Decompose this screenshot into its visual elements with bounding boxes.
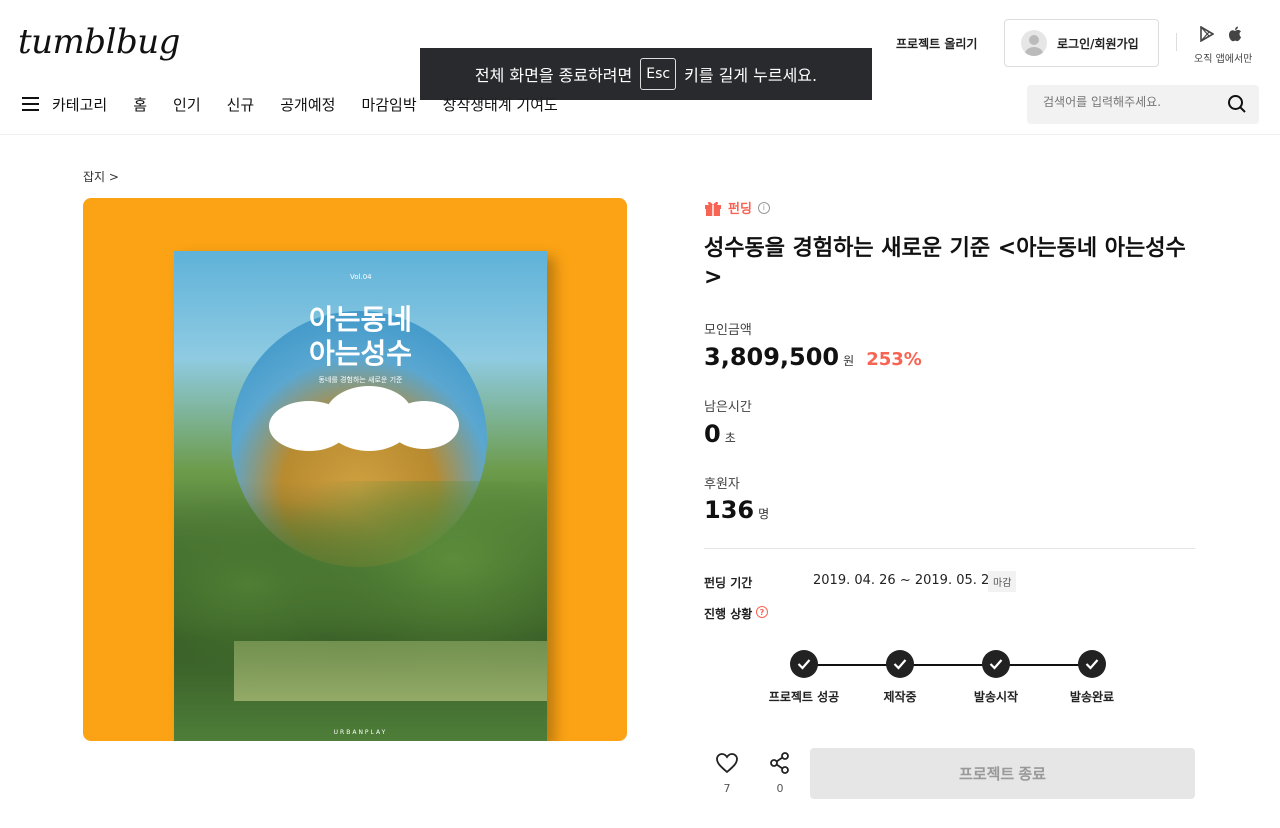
- app-icons[interactable]: [1200, 26, 1242, 42]
- time-unit: 초: [724, 431, 736, 445]
- step-label: 발송시작: [973, 690, 1019, 704]
- time-remaining: 0: [704, 420, 721, 448]
- step-check-icon: [790, 650, 818, 678]
- time-value: 0 초: [704, 420, 736, 448]
- login-button[interactable]: 로그인/회원가입: [1004, 19, 1159, 67]
- progress-line: [804, 664, 1093, 666]
- nav-category[interactable]: 카테고리: [52, 94, 107, 115]
- backers-value: 136 명: [704, 496, 769, 524]
- book-title-line: 아는동네: [308, 303, 413, 336]
- info-icon[interactable]: i: [757, 201, 770, 214]
- nav-home[interactable]: 홈: [133, 94, 147, 115]
- search-input[interactable]: [1043, 95, 1223, 109]
- toast-suffix: 키를 길게 누르세요.: [684, 66, 818, 85]
- help-icon[interactable]: ?: [756, 606, 768, 618]
- apple-icon[interactable]: [1228, 26, 1242, 42]
- toast-prefix: 전체 화면을 종료하려면: [474, 66, 633, 85]
- nav-closing-soon[interactable]: 마감임박: [361, 94, 416, 115]
- share-button[interactable]: 0: [767, 752, 793, 795]
- divider: [1176, 33, 1177, 51]
- play-store-icon[interactable]: [1200, 26, 1214, 42]
- cloud: [389, 401, 459, 449]
- book-subtitle: 동네를 경험하는 새로운 기준: [318, 376, 403, 384]
- step-label: 제작중: [883, 690, 917, 704]
- funding-label: 펀딩: [728, 202, 752, 217]
- logo[interactable]: tumblbug: [18, 22, 180, 62]
- nav-upcoming[interactable]: 공개예정: [280, 94, 335, 115]
- login-label: 로그인/회원가입: [1057, 36, 1139, 51]
- project-ended-button[interactable]: 프로젝트 종료: [810, 748, 1195, 799]
- menu-icon[interactable]: [22, 97, 39, 111]
- search-icon[interactable]: [1227, 94, 1247, 114]
- book-title: 아는동네 아는성수: [174, 303, 547, 371]
- amount: 3,809,500: [704, 343, 840, 371]
- time-label: 남은시간: [704, 400, 752, 415]
- backers-label: 후원자: [704, 477, 740, 492]
- cover-pond: [234, 641, 547, 701]
- step-label: 프로젝트 성공: [768, 690, 840, 704]
- like-button[interactable]: 7: [714, 752, 740, 795]
- step-check-icon: [1078, 650, 1106, 678]
- project-image[interactable]: Vol.04 아는동네 아는성수 동네를 경험하는 새로운 기준 URBANPL…: [83, 198, 627, 741]
- gift-icon: [705, 201, 721, 216]
- esc-key: Esc: [640, 58, 677, 90]
- share-count: 0: [776, 782, 784, 795]
- heart-icon: [716, 753, 738, 774]
- period-label: 펀딩 기간: [704, 576, 753, 590]
- fullscreen-toast: 전체 화면을 종료하려면 Esc 키를 길게 누르세요.: [420, 48, 872, 100]
- amount-value: 3,809,500 원 253%: [704, 343, 922, 371]
- amount-unit: 원: [843, 354, 855, 368]
- share-icon: [770, 752, 789, 774]
- status-label: 진행 상황: [704, 607, 753, 621]
- book-publisher: URBANPLAY: [333, 729, 388, 736]
- project-title: 성수동을 경험하는 새로운 기준 <아는동네 아는성수>: [704, 236, 1186, 290]
- breadcrumb[interactable]: 잡지 >: [83, 168, 119, 185]
- book-cover: Vol.04 아는동네 아는성수 동네를 경험하는 새로운 기준 URBANPL…: [174, 251, 547, 741]
- step-check-icon: [982, 650, 1010, 678]
- like-count: 7: [723, 782, 731, 795]
- step-label: 발송완료: [1069, 690, 1115, 704]
- book-volume: Vol.04: [350, 273, 372, 281]
- step-check-icon: [886, 650, 914, 678]
- nav-popular[interactable]: 인기: [173, 94, 201, 115]
- cover-trees: [174, 481, 547, 741]
- funding-period: 2019. 04. 26 ~ 2019. 05. 21: [813, 573, 998, 588]
- funding-tag: 펀딩 i: [704, 198, 770, 217]
- search-box[interactable]: [1027, 85, 1259, 124]
- avatar-icon: [1021, 30, 1047, 56]
- app-only-label: 오직 앱에서만: [1194, 54, 1253, 65]
- nav-new[interactable]: 신규: [227, 94, 255, 115]
- closed-badge: 마감: [988, 571, 1017, 592]
- divider: [704, 548, 1195, 549]
- book-title-line: 아는성수: [308, 337, 413, 370]
- backers-unit: 명: [758, 507, 770, 521]
- amount-label: 모인금액: [704, 323, 752, 338]
- upload-project-link[interactable]: 프로젝트 올리기: [896, 35, 977, 52]
- backers-count: 136: [704, 496, 755, 524]
- achievement-percent: 253%: [866, 349, 922, 370]
